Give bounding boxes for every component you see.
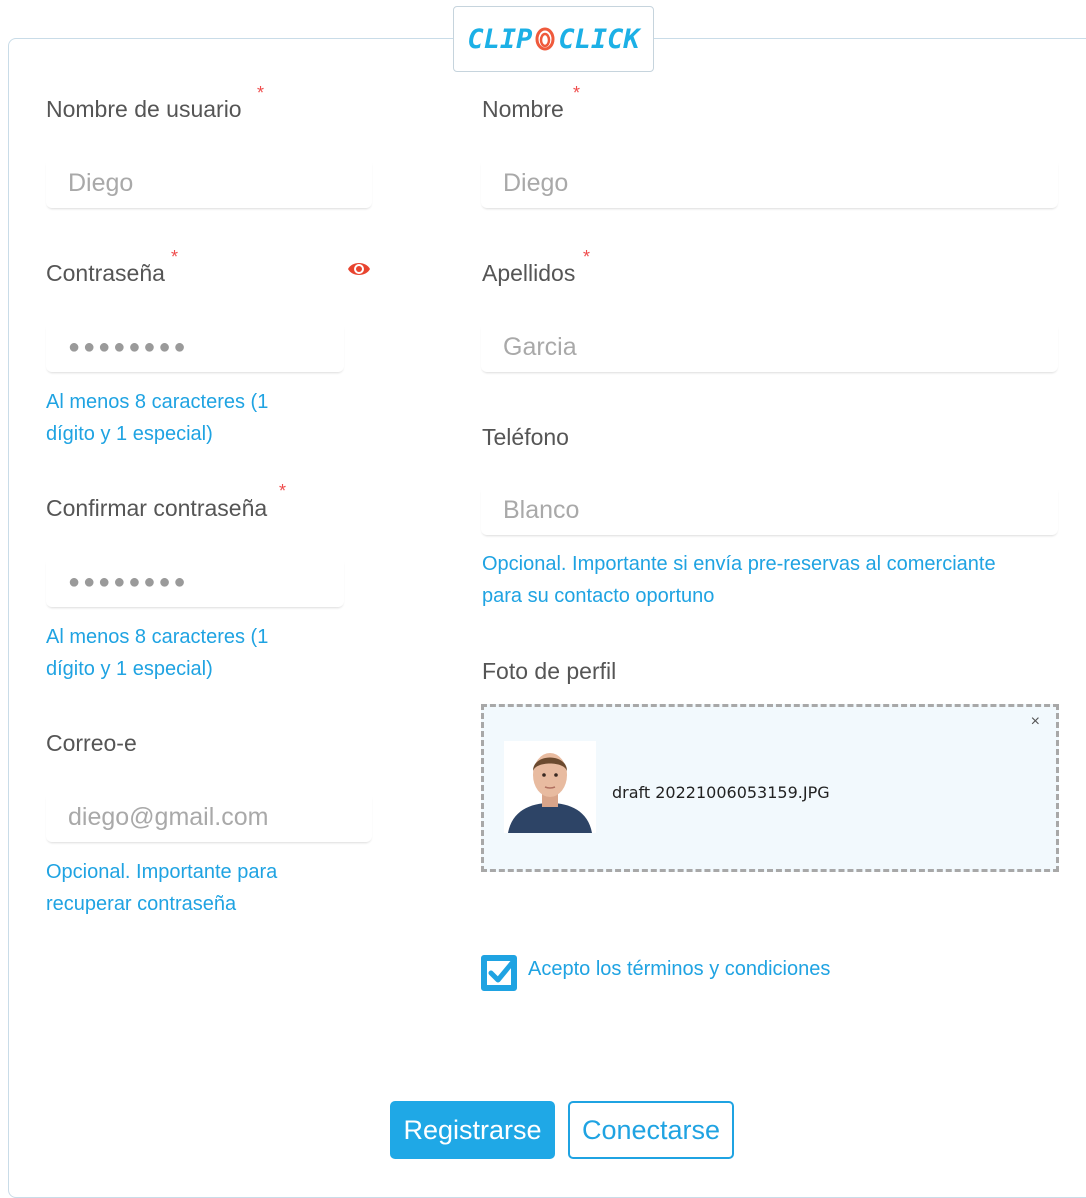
paperclip-icon — [535, 27, 555, 51]
password-required-mark: * — [171, 247, 179, 267]
brand-logo: CLIP CLICK — [453, 6, 654, 72]
phone-hint-line1: Opcional. Importante si envía pre-reserv… — [482, 553, 996, 575]
phone-label: Teléfono — [482, 424, 569, 450]
photo-dropzone[interactable]: × draft 20221006053159.JPG — [481, 704, 1059, 872]
password-input[interactable]: ●●●●●●●● — [46, 322, 344, 372]
confirm-password-hint-line2: dígito y 1 especial) — [46, 658, 213, 680]
first-name-required-mark: * — [573, 83, 581, 103]
confirm-password-label: Confirmar contraseña — [46, 495, 268, 521]
first-name-label: Nombre — [482, 96, 564, 122]
remove-photo-button[interactable]: × — [1031, 713, 1040, 731]
email-hint-line1: Opcional. Importante para — [46, 861, 278, 883]
password-hint: Al menos 8 caracteres (1 dígito y 1 espe… — [46, 386, 268, 450]
confirm-password-hint-line1: Al menos 8 caracteres (1 — [46, 626, 269, 648]
last-name-input[interactable]: Garcia — [481, 322, 1058, 372]
eye-icon[interactable] — [346, 256, 372, 282]
terms-checkbox[interactable] — [481, 955, 517, 991]
photo-file-name: draft 20221006053159.JPG — [612, 783, 830, 802]
login-button[interactable]: Conectarse — [568, 1101, 734, 1159]
phone-hint-line2: para su contacto oportuno — [482, 585, 715, 607]
username-label: Nombre de usuario — [46, 96, 242, 122]
username-required-mark: * — [257, 83, 265, 103]
first-name-input[interactable]: Diego — [481, 158, 1058, 208]
checkmark-icon — [488, 960, 515, 983]
register-button[interactable]: Registrarse — [390, 1101, 555, 1159]
profile-photo-thumbnail — [504, 741, 596, 833]
logo-text-left: CLIP — [467, 23, 533, 55]
confirm-password-input[interactable]: ●●●●●●●● — [46, 557, 344, 607]
phone-hint: Opcional. Importante si envía pre-reserv… — [482, 548, 996, 612]
profile-photo-image — [504, 741, 596, 833]
terms-label[interactable]: Acepto los términos y condiciones — [528, 958, 830, 981]
password-label: Contraseña — [46, 260, 165, 286]
username-input[interactable]: Diego — [46, 158, 372, 208]
password-hint-line2: dígito y 1 especial) — [46, 423, 213, 445]
confirm-password-hint: Al menos 8 caracteres (1 dígito y 1 espe… — [46, 621, 268, 685]
confirm-password-required-mark: * — [279, 481, 287, 501]
email-hint-line2: recuperar contraseña — [46, 893, 237, 915]
photo-label: Foto de perfil — [482, 658, 617, 684]
phone-input[interactable]: Blanco — [481, 485, 1058, 535]
password-hint-line1: Al menos 8 caracteres (1 — [46, 391, 269, 413]
email-label: Correo-e — [46, 730, 137, 756]
email-hint: Opcional. Importante para recuperar cont… — [46, 856, 277, 920]
logo-text-right: CLICK — [558, 23, 640, 55]
email-input[interactable]: diego@gmail.com — [46, 792, 372, 842]
last-name-label: Apellidos — [482, 260, 576, 286]
last-name-required-mark: * — [583, 247, 591, 267]
form-frame — [8, 38, 1086, 1198]
